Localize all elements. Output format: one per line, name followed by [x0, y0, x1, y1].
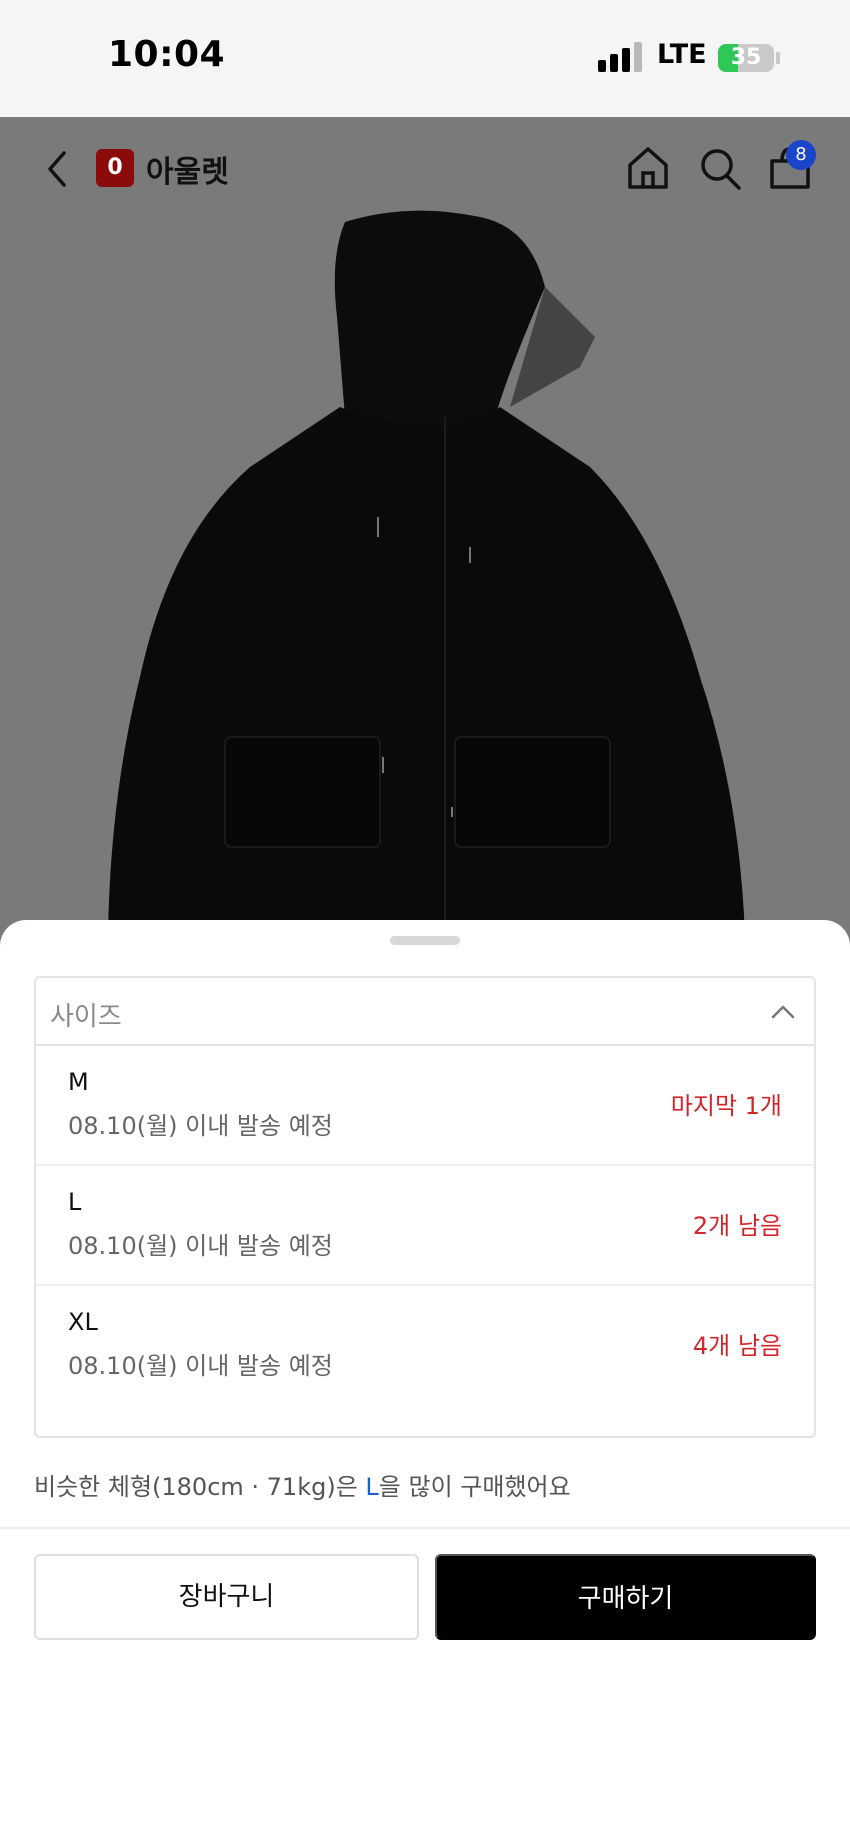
- chevron-up-icon[interactable]: [770, 1002, 796, 1020]
- signal-icon: [598, 42, 644, 72]
- size-option-xl[interactable]: XL 08.10(월) 이내 발송 예정 4개 남음: [36, 1286, 814, 1406]
- status-time: 10:04: [108, 34, 226, 75]
- battery-cap: [776, 52, 780, 64]
- size-option-shipping: 08.10(월) 이내 발송 예정: [68, 1112, 333, 1140]
- battery-icon: 35: [718, 44, 774, 72]
- option-bottom-sheet: 사이즈 M 08.10(월) 이내 발송 예정 마지막 1개 L 08.10(월…: [0, 920, 850, 1842]
- size-option-stock: 2개 남음: [692, 1212, 782, 1240]
- size-selector: 사이즈 M 08.10(월) 이내 발송 예정 마지막 1개 L 08.10(월…: [34, 976, 816, 1438]
- size-option-m[interactable]: M 08.10(월) 이내 발송 예정 마지막 1개: [36, 1046, 814, 1166]
- product-image[interactable]: [0, 117, 850, 957]
- brand-name[interactable]: 아울렛: [146, 147, 229, 191]
- recommended-size: L: [365, 1473, 379, 1501]
- size-option-name: L: [68, 1188, 82, 1216]
- home-icon[interactable]: [626, 145, 670, 191]
- size-option-l[interactable]: L 08.10(월) 이내 발송 예정 2개 남음: [36, 1166, 814, 1286]
- cart-count-badge: 8: [786, 140, 816, 170]
- network-type: LTE: [657, 39, 707, 70]
- size-option-shipping: 08.10(월) 이내 발송 예정: [68, 1352, 333, 1380]
- buy-now-button[interactable]: 구매하기: [435, 1554, 816, 1640]
- size-option-shipping: 08.10(월) 이내 발송 예정: [68, 1232, 333, 1260]
- size-option-name: XL: [68, 1308, 98, 1336]
- size-option-stock: 4개 남음: [692, 1332, 782, 1360]
- divider: [0, 1527, 850, 1529]
- back-icon[interactable]: [40, 147, 74, 191]
- recommendation-suffix: 을 많이 구매했어요: [378, 1473, 571, 1501]
- search-icon[interactable]: [698, 145, 742, 191]
- size-recommendation: 비슷한 체형(180cm · 71kg)은 L을 많이 구매했어요: [34, 1467, 571, 1502]
- size-label: 사이즈: [50, 1002, 122, 1032]
- status-bar: 10:04 LTE 35: [0, 0, 850, 117]
- battery-percent: 35: [730, 45, 762, 70]
- sheet-grabber[interactable]: [390, 936, 460, 945]
- brand-logo[interactable]: 0: [96, 149, 134, 187]
- size-option-stock: 마지막 1개: [670, 1092, 782, 1120]
- size-dropdown-header[interactable]: 사이즈: [36, 978, 814, 1046]
- jacket-image: [108, 210, 745, 957]
- recommendation-prefix: 비슷한 체형(180cm · 71kg)은: [34, 1473, 366, 1501]
- top-nav: 0 아울렛: [0, 117, 850, 222]
- add-to-cart-button[interactable]: 장바구니: [34, 1554, 419, 1640]
- size-option-name: M: [68, 1068, 89, 1096]
